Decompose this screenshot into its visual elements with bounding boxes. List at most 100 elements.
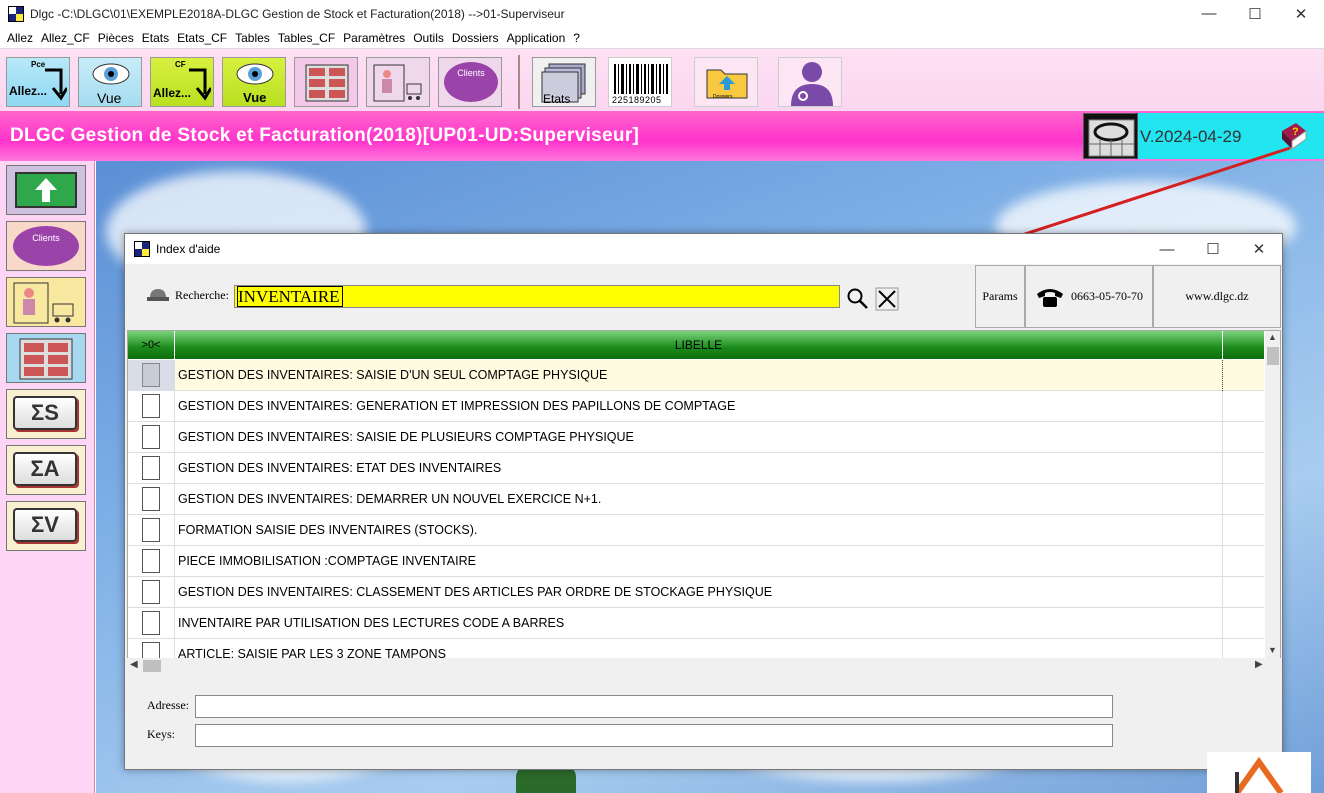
table-row[interactable]: GESTION DES INVENTAIRES: SAISIE DE PLUSI… [128, 421, 1264, 453]
menu-tables-cf[interactable]: Tables_CF [278, 31, 335, 45]
help-book-icon[interactable]: ? [1278, 121, 1308, 151]
scroll-right-icon[interactable]: ▶ [1255, 659, 1263, 670]
cashier-icon [373, 64, 422, 102]
table-row[interactable]: GESTION DES INVENTAIRES: GENERATION ET I… [128, 390, 1264, 422]
table-row[interactable]: GESTION DES INVENTAIRES: DEMARRER UN NOU… [128, 483, 1264, 515]
params-button[interactable]: Params [975, 265, 1025, 328]
row-checkbox[interactable] [142, 611, 160, 635]
scroll-left-icon[interactable]: ◀ [130, 659, 138, 670]
phone-button[interactable]: 0663-05-70-70 [1025, 265, 1153, 328]
sidebar-clients-button[interactable]: Clients [6, 221, 86, 271]
table-row[interactable]: FORMATION SAISIE DES INVENTAIRES (STOCKS… [128, 514, 1264, 546]
menu-etats-cf[interactable]: Etats_CF [177, 31, 227, 45]
row-checkbox[interactable] [142, 642, 160, 658]
sidebar-grid-button[interactable] [6, 333, 86, 383]
window-controls: — ☐ ✕ [1186, 0, 1324, 27]
scroll-down-icon[interactable]: ▼ [1268, 645, 1277, 655]
sigma-a-icon: ΣA [13, 452, 77, 486]
corner-logo [1207, 752, 1311, 793]
help-grid: >0< LIBELLE GESTION DES INVENTAIRES: SAI… [127, 330, 1281, 660]
table-row[interactable]: GESTION DES INVENTAIRES: SAISIE D'UN SEU… [128, 359, 1264, 391]
row-checkbox[interactable] [142, 580, 160, 604]
calendar-icon[interactable] [1083, 113, 1138, 159]
phone-icon [1037, 288, 1063, 307]
sidebar-sigma-a-button[interactable]: ΣA [6, 445, 86, 495]
row-checkbox[interactable] [142, 518, 160, 542]
table-row[interactable]: INVENTAIRE PAR UTILISATION DES LECTURES … [128, 607, 1264, 639]
menu-tables[interactable]: Tables [235, 31, 270, 45]
row-checkbox[interactable] [142, 487, 160, 511]
dialog-close-button[interactable]: ✕ [1236, 234, 1282, 264]
grid-header: >0< LIBELLE [128, 331, 1264, 359]
search-value: INVENTAIRE [237, 286, 343, 307]
website-button[interactable]: www.dlgc.dz [1153, 265, 1281, 328]
menu-dossiers[interactable]: Dossiers [452, 31, 499, 45]
clients-button[interactable]: Clients [438, 57, 502, 107]
vertical-scrollbar[interactable]: ▲ ▼ [1265, 331, 1280, 659]
dialog-maximize-button[interactable]: ☐ [1190, 234, 1236, 264]
barcode-icon [614, 64, 668, 94]
table-row[interactable]: PIECE IMMOBILISATION :COMPTAGE INVENTAIR… [128, 545, 1264, 577]
horizontal-scrollbar[interactable]: ◀ ▶ [127, 658, 1281, 674]
menu-application[interactable]: Application [507, 31, 566, 45]
svg-text:?: ? [1292, 126, 1299, 138]
arrow-down-icon [45, 68, 67, 101]
sidebar-sigma-v-button[interactable]: ΣV [6, 501, 86, 551]
column-header-select[interactable]: >0< [128, 331, 175, 359]
allez-piece-button[interactable]: Pce Allez... [6, 57, 70, 107]
app-banner: DLGC Gestion de Stock et Facturation(201… [0, 111, 1324, 161]
row-checkbox[interactable] [142, 394, 160, 418]
keys-label: Keys: [147, 727, 175, 741]
caisse-button[interactable] [366, 57, 430, 107]
dialog-titlebar: Index d'aide — ☐ ✕ [125, 234, 1282, 264]
row-checkbox[interactable] [142, 549, 160, 573]
etats-button[interactable]: Etats [532, 57, 596, 107]
hat-icon [147, 289, 169, 301]
app-icon [134, 241, 150, 257]
menu-outils[interactable]: Outils [413, 31, 444, 45]
sidebar-caisse-button[interactable] [6, 277, 86, 327]
menu-allez-cf[interactable]: Allez_CF [41, 31, 90, 45]
menu-parametres[interactable]: Paramètres [343, 31, 405, 45]
table-row[interactable]: ARTICLE: SAISIE PAR LES 3 ZONE TAMPONS [128, 639, 1264, 659]
dialog-minimize-button[interactable]: — [1144, 234, 1190, 264]
vue-cf-button[interactable]: Vue [222, 57, 286, 107]
dialog-window-controls: — ☐ ✕ [1144, 234, 1282, 264]
vue-piece-button[interactable]: Vue [78, 57, 142, 107]
user-button[interactable] [778, 57, 842, 107]
menu-pieces[interactable]: Pièces [98, 31, 134, 45]
row-checkbox[interactable] [142, 363, 160, 387]
sigma-s-icon: ΣS [13, 396, 77, 430]
search-label: Recherche: [175, 288, 229, 302]
menu-help[interactable]: ? [573, 31, 580, 45]
row-checkbox[interactable] [142, 456, 160, 480]
grid-icon [19, 338, 73, 380]
maximize-button[interactable]: ☐ [1232, 0, 1278, 27]
scroll-thumb[interactable] [143, 660, 161, 672]
search-icon[interactable] [845, 286, 869, 310]
menu-allez[interactable]: Allez [7, 31, 33, 45]
table-row[interactable]: GESTION DES INVENTAIRES: ETAT DES INVENT… [128, 452, 1264, 484]
close-button[interactable]: ✕ [1278, 0, 1324, 27]
grid-button[interactable] [294, 57, 358, 107]
minimize-button[interactable]: — [1186, 0, 1232, 27]
cashier-icon [13, 282, 74, 324]
menu-etats[interactable]: Etats [142, 31, 169, 45]
keys-field[interactable] [195, 724, 1113, 747]
table-row[interactable]: GESTION DES INVENTAIRES: CLASSEMENT DES … [128, 576, 1264, 608]
adresse-field[interactable] [195, 695, 1113, 718]
barcode-button[interactable]: 225189205 [608, 57, 672, 107]
dossiers-button[interactable]: Dossiers [694, 57, 758, 107]
clear-search-icon[interactable] [875, 287, 899, 311]
window-title: Dlgc -C:\DLGC\01\EXEMPLE2018A-DLGC Gesti… [30, 6, 565, 21]
search-input[interactable]: INVENTAIRE [234, 285, 840, 308]
menu-bar: Allez Allez_CF Pièces Etats Etats_CF Tab… [0, 27, 1324, 48]
sidebar-home-button[interactable] [6, 165, 86, 215]
row-checkbox[interactable] [142, 425, 160, 449]
scroll-up-icon[interactable]: ▲ [1268, 332, 1277, 342]
allez-cf-button[interactable]: CF Allez... [150, 57, 214, 107]
scroll-thumb[interactable] [1267, 347, 1279, 365]
column-header-libelle[interactable]: LIBELLE [175, 331, 1223, 359]
up-arrow-icon [15, 172, 77, 208]
sidebar-sigma-s-button[interactable]: ΣS [6, 389, 86, 439]
